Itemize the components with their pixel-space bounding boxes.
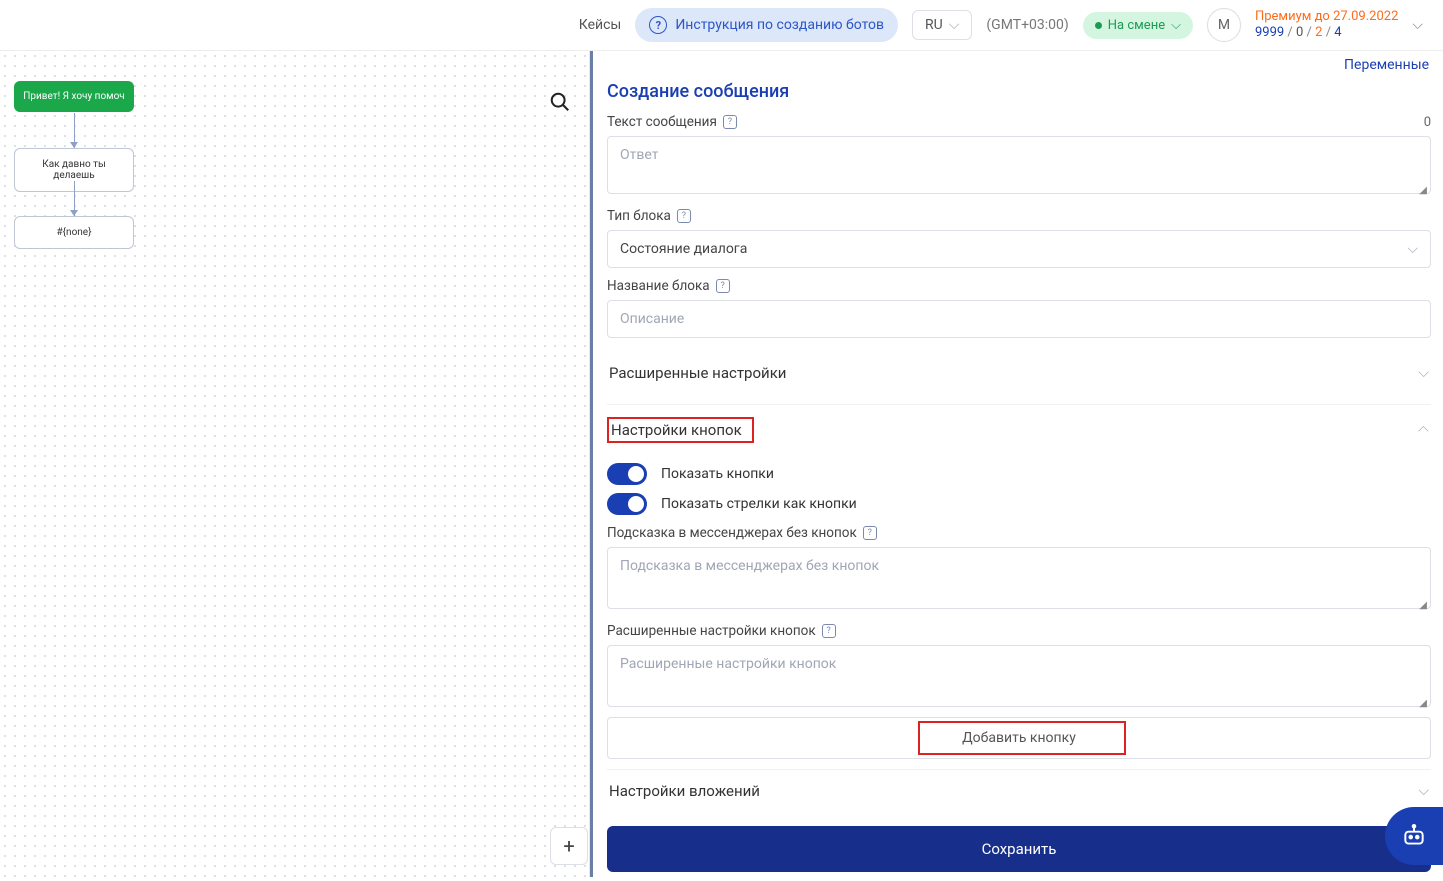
name-label: Название блока ? (607, 278, 1431, 294)
accordion-attachments[interactable]: Настройки вложений ⌵ (607, 769, 1431, 812)
help-icon[interactable]: ? (677, 209, 691, 223)
toggle-label: Показать стрелки как кнопки (661, 496, 857, 512)
advbtn-label: Расширенные настройки кнопок ? (607, 623, 1431, 639)
chevron-up-icon: ⌵ (1418, 422, 1429, 438)
flow-canvas[interactable]: Привет! Я хочу помоч Как давно ты делаеш… (0, 51, 590, 877)
accordion-advanced[interactable]: Расширенные настройки ⌵ (607, 352, 1431, 394)
toggle-switch[interactable] (607, 493, 647, 515)
message-label: Текст сообщения ? 0 (607, 114, 1431, 130)
search-icon[interactable] (549, 91, 571, 113)
hint-label: Подсказка в мессенджерах без кнопок ? (607, 525, 1431, 541)
chatbot-fab[interactable] (1385, 807, 1443, 865)
variables-link[interactable]: Переменные (1344, 57, 1429, 73)
help-icon[interactable]: ? (822, 624, 836, 638)
block-name-input[interactable] (607, 300, 1431, 338)
type-label: Тип блока ? (607, 208, 1431, 224)
chevron-down-icon: ⌵ (949, 17, 960, 33)
advbtn-textarea[interactable] (607, 645, 1431, 707)
shift-status[interactable]: На смене ⌵ (1083, 12, 1193, 39)
shift-label: На смене (1108, 18, 1165, 33)
cases-link[interactable]: Кейсы (579, 17, 622, 33)
chevron-down-icon: ⌵ (1407, 241, 1418, 257)
timezone-label: (GMT+03:00) (986, 17, 1068, 33)
bot-icon (1401, 823, 1427, 849)
add-node-button[interactable]: + (550, 827, 588, 865)
language-value: RU (925, 17, 943, 33)
highlight-annotation: Настройки кнопок (607, 417, 754, 443)
header: Кейсы ? Инструкция по созданию ботов RU … (0, 0, 1443, 51)
accordion-buttons[interactable]: Настройки кнопок ⌵ (607, 404, 1431, 455)
premium-counts: 9999 / 0 / 2 / 4 (1255, 25, 1398, 41)
block-type-select[interactable]: Состояние диалога ⌵ (607, 230, 1431, 268)
flow-node-start[interactable]: Привет! Я хочу помоч (14, 81, 134, 112)
message-textarea[interactable] (607, 136, 1431, 194)
panel-title: Создание сообщения (607, 81, 1431, 102)
save-button[interactable]: Сохранить (607, 826, 1431, 872)
toggle-switch[interactable] (607, 463, 647, 485)
accordion-label: Настройки кнопок (611, 421, 742, 439)
instruction-label: Инструкция по созданию ботов (675, 17, 884, 33)
settings-panel: Переменные Создание сообщения Текст сооб… (590, 51, 1443, 877)
hint-textarea[interactable] (607, 547, 1431, 609)
premium-info: Премиум до 27.09.2022 9999 / 0 / 2 / 4 (1255, 9, 1398, 40)
chevron-down-icon: ⌵ (1418, 365, 1429, 381)
chevron-down-icon: ⌵ (1171, 18, 1181, 33)
accordion-label: Настройки вложений (609, 782, 760, 800)
premium-expiry: Премиум до 27.09.2022 (1255, 9, 1398, 25)
chevron-down-icon: ⌵ (1418, 783, 1429, 799)
add-button[interactable]: Добавить кнопку (607, 717, 1431, 759)
chevron-down-icon[interactable]: ⌵ (1412, 17, 1423, 33)
instruction-link[interactable]: ? Инструкция по созданию ботов (635, 8, 898, 42)
help-icon[interactable]: ? (863, 526, 877, 540)
toggle-label: Показать кнопки (661, 466, 774, 482)
toggle-arrows-as-buttons: Показать стрелки как кнопки (607, 493, 1431, 515)
avatar[interactable]: M (1207, 8, 1241, 42)
language-select[interactable]: RU ⌵ (912, 10, 972, 40)
toggle-show-buttons: Показать кнопки (607, 463, 1431, 485)
help-circle-icon: ? (649, 16, 667, 34)
help-icon[interactable]: ? (723, 115, 737, 129)
plus-icon: + (563, 834, 574, 858)
highlight-annotation (918, 721, 1126, 755)
accordion-label: Расширенные настройки (609, 364, 786, 382)
flow-node[interactable]: #{none} (14, 216, 134, 249)
help-icon[interactable]: ? (716, 279, 730, 293)
char-count: 0 (1424, 115, 1431, 130)
block-type-value: Состояние диалога (620, 241, 747, 257)
